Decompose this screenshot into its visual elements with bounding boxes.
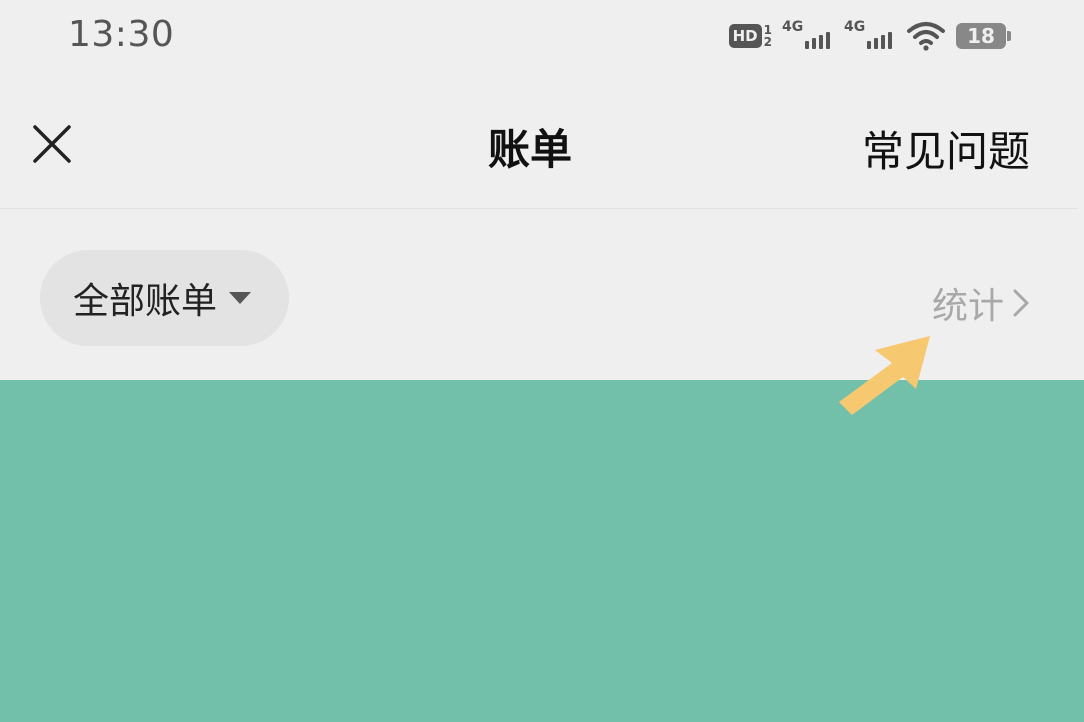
status-icons: HD 1 2 4G 4G 18 xyxy=(728,16,1011,56)
bill-type-dropdown[interactable]: 全部账单 xyxy=(40,250,289,346)
hd-label: HD xyxy=(728,24,762,48)
hd-sims: 1 2 xyxy=(764,24,772,48)
chevron-right-icon xyxy=(1013,289,1029,317)
statistics-button[interactable]: 统计 xyxy=(932,277,1032,329)
hd-voice-icon: HD 1 2 xyxy=(728,24,772,48)
hd-sim-bottom: 2 xyxy=(763,35,772,49)
signal-2-bars xyxy=(867,32,892,49)
bill-page: 13:30 HD 1 2 4G 4G 18 账单 常见问题 全部账单 统计 xyxy=(0,0,1084,722)
arrow-annotation-icon xyxy=(839,336,930,415)
battery-level: 18 xyxy=(967,24,995,48)
signal-1-bars xyxy=(805,32,830,49)
signal-2-label: 4G xyxy=(844,19,866,35)
content-area xyxy=(0,380,1084,722)
nav-bar: 账单 常见问题 xyxy=(0,72,1078,209)
caret-down-icon xyxy=(229,292,252,304)
signal-1-label: 4G xyxy=(782,19,804,35)
signal-1-icon: 4G xyxy=(782,19,834,53)
status-time: 13:30 xyxy=(68,14,175,55)
status-bar: 13:30 HD 1 2 4G 4G 18 xyxy=(0,0,1084,72)
faq-button[interactable]: 常见问题 xyxy=(862,118,1030,179)
signal-2-icon: 4G xyxy=(844,19,896,53)
bill-type-label: 全部账单 xyxy=(73,281,218,322)
wifi-icon xyxy=(907,22,945,51)
battery-icon: 18 xyxy=(956,23,1011,49)
statistics-label: 统计 xyxy=(931,286,1004,327)
